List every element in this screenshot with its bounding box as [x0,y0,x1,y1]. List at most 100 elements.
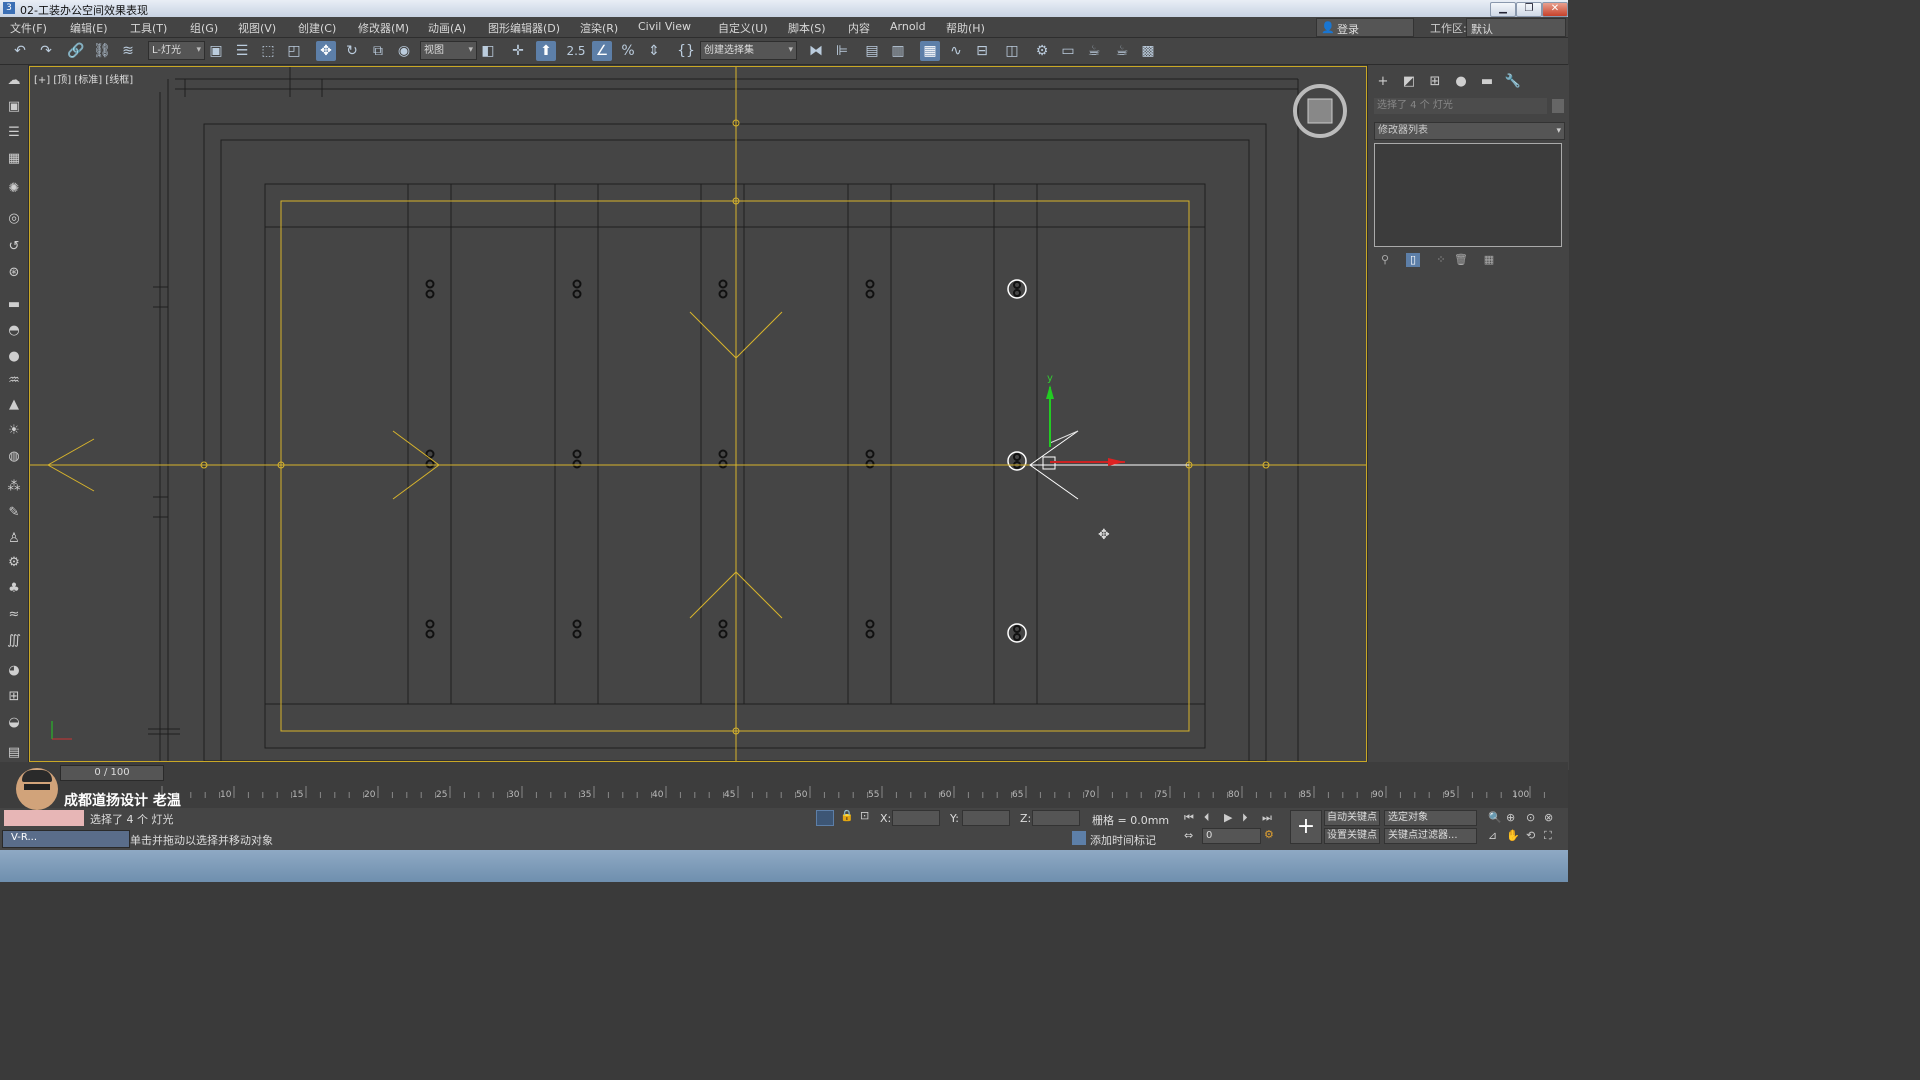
ball-icon[interactable]: ◍ [4,447,24,467]
select-place-icon[interactable]: ◉ [394,41,414,61]
undo-icon[interactable]: ↶ [10,41,30,61]
grass-icon[interactable]: ♒ [4,371,24,391]
rotate-view-icon[interactable]: ↺ [4,237,24,257]
globe-icon[interactable]: ◕ [4,661,24,681]
maximize-button[interactable]: ❐ [1516,2,1542,17]
orbit-icon[interactable]: ⟲ [1526,829,1535,842]
x-coordinate-field[interactable] [892,810,940,826]
y-coordinate-field[interactable] [962,810,1010,826]
camera-icon[interactable]: ◎ [4,209,24,229]
pivot-center-icon[interactable]: ◧ [478,41,498,61]
rendered-frame-icon[interactable]: ▭ [1058,41,1078,61]
lock-icon[interactable]: 🔒 [840,809,854,822]
field-of-view-icon[interactable]: ⊿ [1488,829,1497,842]
utilities-tab-icon[interactable]: 🔧 [1504,73,1522,91]
minimize-button[interactable]: ▁ [1490,2,1516,17]
show-end-result-icon[interactable]: ▯ [1406,253,1420,267]
menu-customize[interactable]: 自定义(U) [718,20,768,36]
menu-scripting[interactable]: 脚本(S) [788,20,826,36]
earth-icon[interactable]: ◒ [4,713,24,733]
angle-snap-icon[interactable]: ∠ [592,41,612,61]
remove-modifier-icon[interactable]: 🗑 [1454,253,1468,267]
table-icon[interactable]: ▦ [4,149,24,169]
paint-icon[interactable]: ✎ [4,503,24,523]
menu-edit[interactable]: 编辑(E) [70,20,108,36]
menu-arnold[interactable]: Arnold [890,20,926,33]
scatter-icon[interactable]: ⁂ [4,477,24,497]
pan-icon[interactable]: ✋ [1506,829,1520,842]
make-unique-icon[interactable]: ⁘ [1434,253,1448,267]
named-selection-dropdown[interactable]: 创建选择集 [700,41,797,60]
reference-coordinate-dropdown[interactable]: 视图 [420,41,477,60]
menu-content[interactable]: 内容 [848,20,870,36]
next-frame-icon[interactable]: ⏵ [1242,811,1248,825]
key-filters-button[interactable]: 关键点过滤器... [1384,828,1477,844]
material-editor-icon[interactable]: ◫ [1002,41,1022,61]
fur-icon[interactable]: ∭ [4,631,24,651]
scene-icon[interactable]: ▣ [4,97,24,117]
plane-icon[interactable]: ▬ [4,295,24,315]
list-icon[interactable]: ☰ [4,123,24,143]
select-by-name-icon[interactable]: ☰ [232,41,252,61]
zoom-extents-icon[interactable]: ⊙ [1526,811,1535,824]
teapot-icon[interactable]: ☁ [4,71,24,91]
modifier-stack[interactable] [1374,143,1562,247]
selection-filter-dropdown[interactable]: L-灯光 [148,41,205,60]
go-to-start-icon[interactable]: ⏮ [1184,811,1194,825]
absolute-mode-icon[interactable]: ⊡ [860,809,869,822]
object-color-swatch[interactable] [1552,99,1564,113]
select-rotate-icon[interactable]: ↻ [342,41,362,61]
rect-selection-icon[interactable]: ⬚ [258,41,278,61]
display-tab-icon[interactable]: ▬ [1478,73,1496,91]
set-key-button[interactable]: 设置关键点 [1324,828,1380,844]
window-crossing-icon[interactable]: ◰ [284,41,304,61]
figure-icon[interactable]: ♙ [4,529,24,549]
menu-view[interactable]: 视图(V) [238,20,276,36]
login-dropdown[interactable]: 👤 登录 [1316,18,1414,37]
render-production-icon[interactable]: ☕ [1084,41,1104,61]
close-button[interactable]: ✕ [1542,2,1568,17]
snaps-toggle-icon[interactable]: 2.5 [566,41,586,61]
pin-stack-icon[interactable]: ⚲ [1378,253,1392,267]
layer-explorer-icon[interactable]: ▤ [862,41,882,61]
film-icon[interactable]: ⊛ [4,263,24,283]
light-icon[interactable]: ✺ [4,179,24,199]
isolate-selection-icon[interactable] [816,810,834,826]
play-icon[interactable]: ▶ [1224,811,1232,824]
menu-help[interactable]: 帮助(H) [946,20,985,36]
time-slider[interactable]: 0 / 100 [60,765,164,781]
render-setup-icon[interactable]: ⚙ [1032,41,1052,61]
viewport-label[interactable]: [+] [顶] [标准] [线框] [34,71,133,86]
manipulate-icon[interactable]: ✛ [508,41,528,61]
ribbon-icon[interactable]: ▥ [888,41,908,61]
time-config-icon[interactable]: ⚙ [1264,828,1274,841]
hair-icon[interactable]: ≈ [4,605,24,625]
viewport-top[interactable]: y ✥ [+] [顶] [标准] [线框] [29,66,1367,762]
menu-create[interactable]: 创建(C) [298,20,336,36]
set-key-big-button[interactable]: + [1290,810,1322,844]
maxscript-listener[interactable] [4,810,84,826]
menu-rendering[interactable]: 渲染(R) [580,20,618,36]
current-frame-field[interactable]: 0 [1202,828,1261,844]
keyboard-shortcut-override-icon[interactable]: ⬆ [536,41,556,61]
menu-file[interactable]: 文件(F) [10,20,47,36]
percent-snap-icon[interactable]: % [618,41,638,61]
render-iterative-icon[interactable]: ☕ [1112,41,1132,61]
selection-name-field[interactable]: 选择了 4 个 灯光 [1374,98,1547,114]
select-scale-icon[interactable]: ⧉ [368,41,388,61]
go-to-end-icon[interactable]: ⏭ [1262,811,1272,825]
redo-icon[interactable]: ↷ [36,41,56,61]
gear-icon[interactable]: ⚙ [4,553,24,573]
menu-modifiers[interactable]: 修改器(M) [358,20,409,36]
menu-group[interactable]: 组(G) [190,20,218,36]
sun-icon[interactable]: ☀ [4,421,24,441]
menu-animation[interactable]: 动画(A) [428,20,466,36]
create-tab-icon[interactable]: + [1374,73,1392,91]
curve-editor-icon[interactable]: ∿ [946,41,966,61]
unlink-icon[interactable]: ⛓ [92,41,112,61]
edit-named-selection-icon[interactable]: {} [676,41,696,61]
app-icon[interactable]: 3 [3,2,15,14]
sphere-icon[interactable]: ● [4,347,24,367]
time-tag-icon[interactable] [1072,831,1086,845]
select-move-icon[interactable]: ✥ [316,41,336,61]
